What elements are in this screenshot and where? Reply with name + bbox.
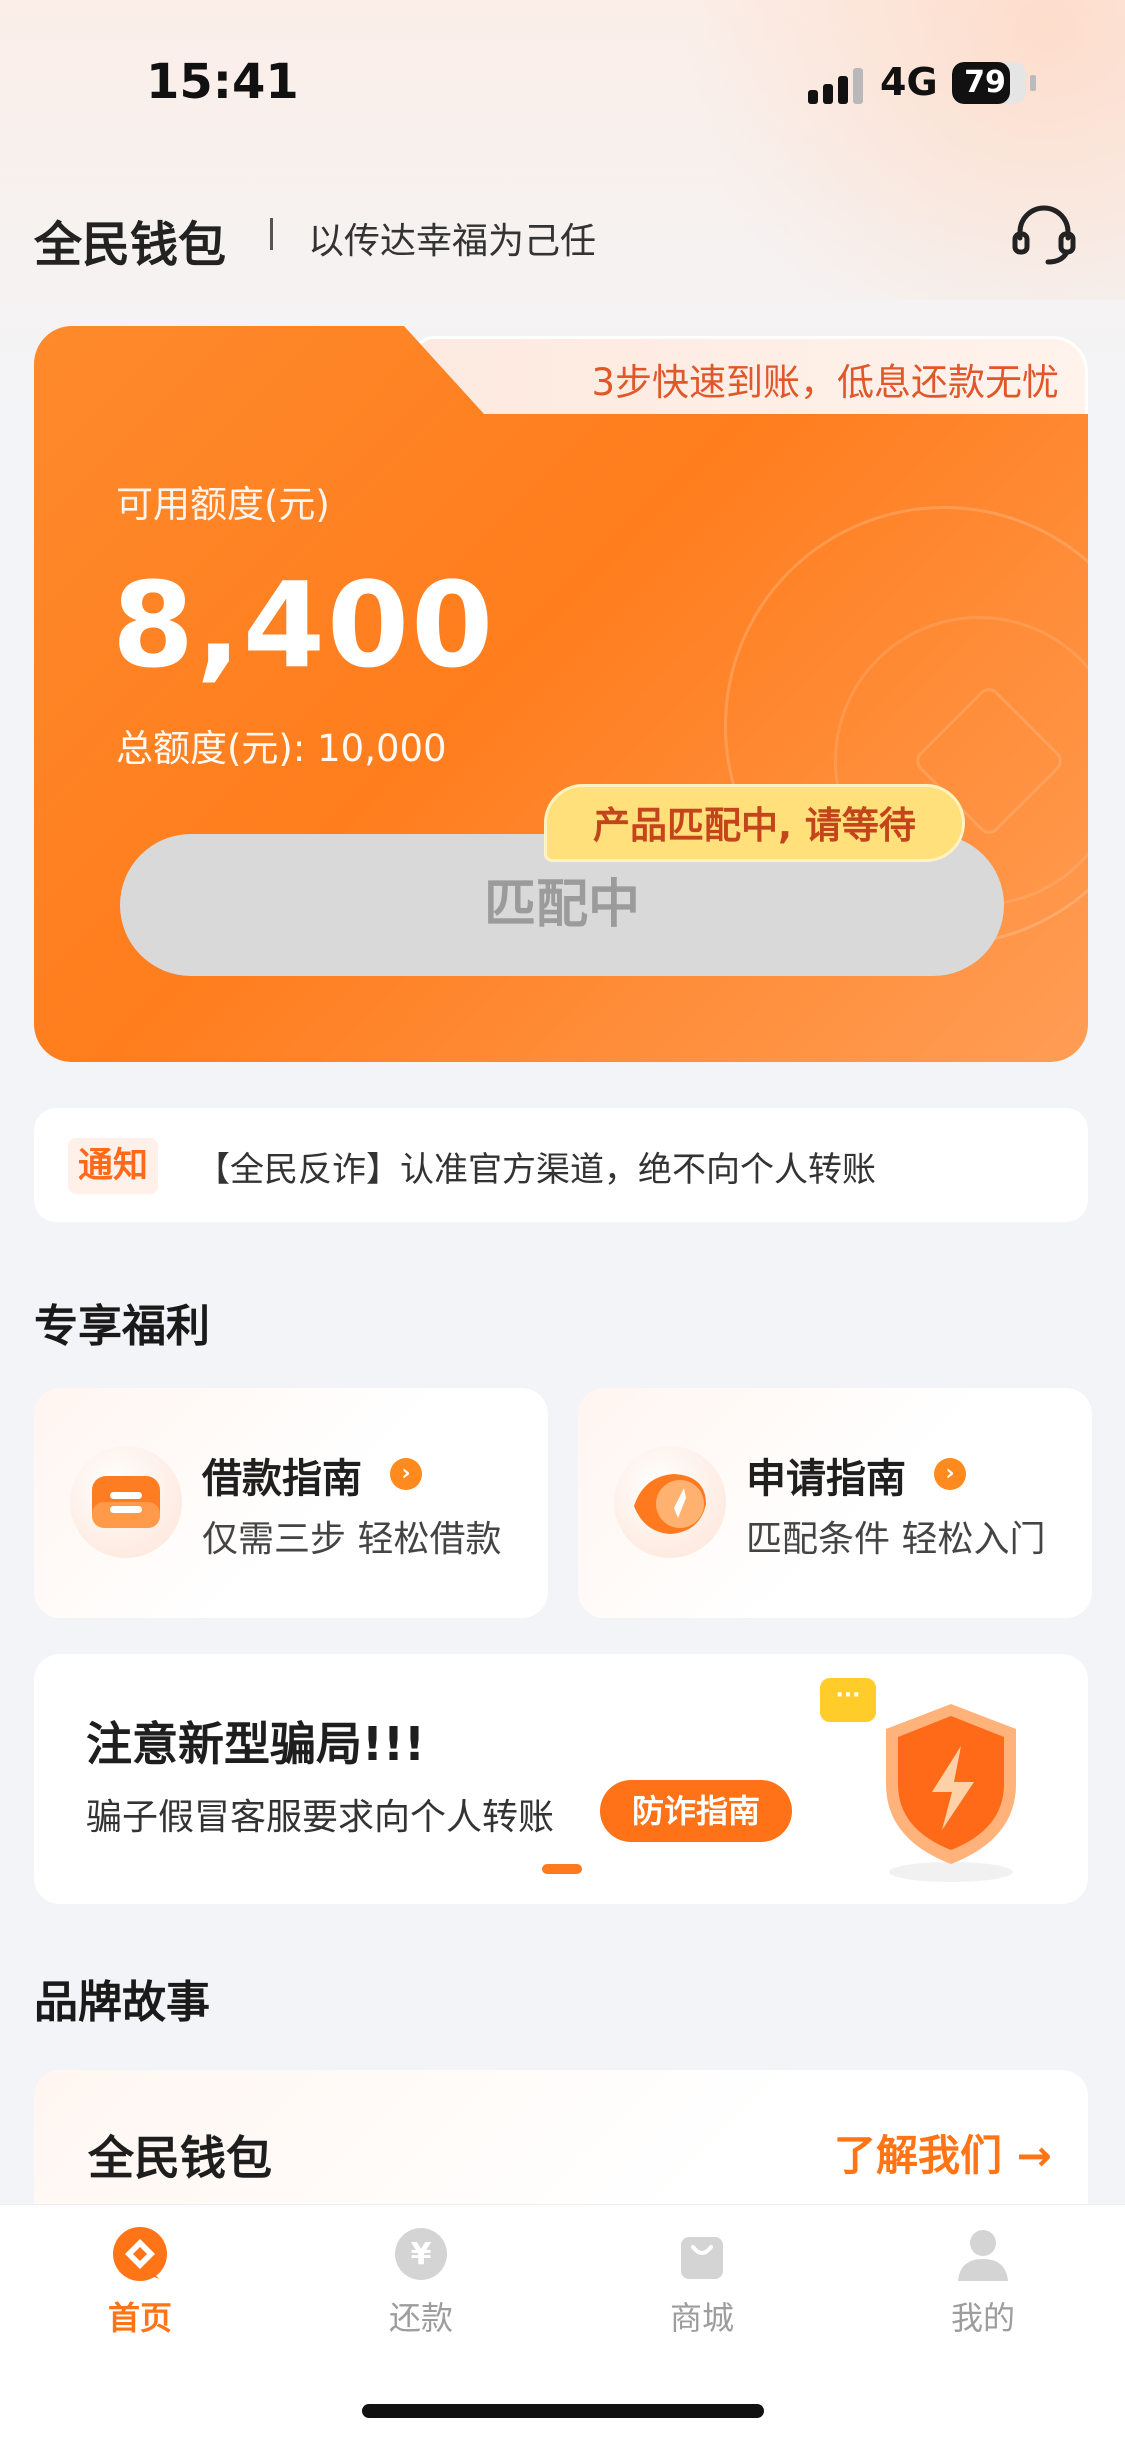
app-slogan: 以传达幸福为己任 [308,221,597,262]
battery-icon: 79 [952,62,1026,104]
app-title: 全民钱包 [34,217,227,273]
header-divider [270,218,273,250]
banner-desc: 骗子假冒客服要求向个人转账 [86,1797,555,1838]
home-indicator [362,2404,764,2418]
tab-label: 商城 [669,2299,734,2337]
status-bar: 15:41 4G 79 [0,0,1125,150]
notice-badge: 通知 [68,1138,159,1194]
matching-tip: 产品匹配中, 请等待 [544,784,965,862]
loan-guide-icon [70,1446,182,1558]
tab-home[interactable]: 首页 [40,2225,240,2345]
available-credit-amount: 8,400 [112,556,496,694]
anti-fraud-guide-button[interactable]: 防诈指南 [600,1780,792,1842]
about-us-link[interactable]: 了解我们 → [834,2122,1052,2183]
network-type: 4G [880,60,938,104]
battery-percent: 79 [964,65,1006,100]
banner-title: 注意新型骗局!!! [86,1717,425,1771]
tab-profile[interactable]: 我的 [883,2225,1083,2345]
repay-icon: ¥ [392,2225,450,2283]
home-icon [111,2225,169,2283]
compass-icon [614,1446,726,1558]
tab-label: 首页 [107,2299,172,2337]
headset-icon [1012,205,1076,265]
notice-text: 【全民反诈】认准官方渠道，绝不向个人转账 [196,1150,876,1190]
tab-repay[interactable]: ¥ 还款 [321,2225,521,2345]
card-body: 可用额度(元) 8,400 总额度(元): 10,000 匹配中 产品匹配中, … [34,326,1088,1062]
svg-text:¥: ¥ [411,2237,432,2272]
apply-guide-card[interactable]: 申请指南 › 匹配条件 轻松入门 [578,1388,1092,1618]
benefits-section-title: 专享福利 [34,1301,210,1352]
battery-tip [1030,75,1036,91]
apply-guide-title: 申请指南 [746,1456,906,1502]
anti-fraud-banner[interactable]: 注意新型骗局!!! 骗子假冒客服要求向个人转账 防诈指南 ··· [34,1654,1088,1904]
promo-text: 3步快速到账，低息还款无忧 [591,361,1059,404]
chevron-right-icon: › [934,1458,966,1490]
tab-label: 还款 [388,2299,453,2337]
shop-icon [673,2225,731,2283]
loan-guide-title: 借款指南 [202,1456,362,1502]
available-credit-label: 可用额度(元) [116,483,330,526]
brand-section-title: 品牌故事 [34,1977,210,2028]
apply-guide-desc: 匹配条件 轻松入门 [746,1519,1046,1560]
total-credit: 总额度(元): 10,000 [116,718,447,772]
brand-name: 全民钱包 [88,2131,272,2185]
profile-icon [954,2225,1012,2283]
tab-label: 我的 [950,2299,1015,2337]
loan-guide-desc: 仅需三步 轻松借款 [202,1519,502,1560]
status-time: 15:41 [146,54,299,110]
total-credit-label: 总额度(元): [116,727,318,770]
signal-icon [808,66,866,104]
customer-service-button[interactable] [1010,202,1078,268]
chevron-right-icon: › [390,1458,422,1490]
credit-card: 3步快速到账，低息还款无忧 可用额度(元) 8,400 总额度(元): 10,0… [34,326,1088,1062]
loan-guide-card[interactable]: 借款指南 › 仅需三步 轻松借款 [34,1388,548,1618]
tab-shop[interactable]: 商城 [602,2225,802,2345]
shield-icon [886,1704,1016,1882]
carousel-indicator [542,1864,582,1874]
notice-bar[interactable]: 通知 【全民反诈】认准官方渠道，绝不向个人转账 [34,1108,1088,1222]
total-credit-value: 10,000 [317,727,447,770]
